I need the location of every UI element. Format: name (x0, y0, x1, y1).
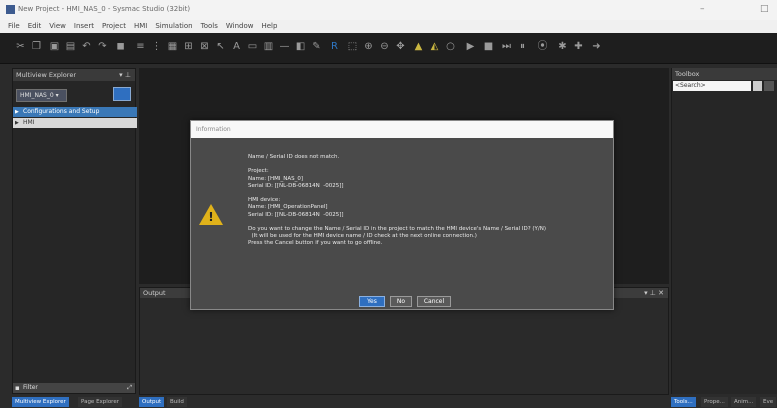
redo-icon[interactable]: ↷ (96, 40, 109, 53)
connect-icon[interactable]: ➜ (590, 40, 603, 53)
yes-button[interactable]: Yes (359, 296, 385, 307)
more-icon[interactable]: ✚ (572, 40, 585, 53)
table-icon[interactable]: ▥ (262, 40, 275, 53)
settings-icon[interactable]: ✱ (556, 40, 569, 53)
save-icon[interactable]: ◼ (114, 40, 127, 53)
expand-icon[interactable]: ▶ (15, 118, 19, 128)
maximize-button[interactable]: □ (760, 4, 769, 14)
tab-properties[interactable]: Prope... (701, 397, 728, 407)
tab-multiview-explorer[interactable]: Multiview Explorer (12, 397, 69, 407)
cut-icon[interactable]: ✂ (14, 40, 27, 53)
pane-header: Multiview Explorer ▾ ⊥ (13, 69, 135, 81)
paste-icon[interactable]: ▣ (48, 40, 61, 53)
menu-help[interactable]: Help (261, 22, 277, 30)
left-bottom-tabs: Multiview Explorer Page Explorer (12, 396, 136, 408)
menu-bar: File Edit View Insert Project HMI Simulation To… (0, 20, 777, 33)
tree-item-label: Configurations and Setup (23, 108, 100, 115)
multiview-explorer-pane: Multiview Explorer ▾ ⊥ HMI_NAS_0 ▾ ▶ Con… (12, 68, 137, 394)
output-title: Output (143, 289, 166, 297)
search-options-icon[interactable] (764, 81, 774, 91)
breakpoint-icon[interactable]: ⦿ (536, 40, 549, 53)
zoom-icon[interactable]: ⬚ (346, 40, 359, 53)
arrow-icon[interactable]: ↖ (214, 40, 227, 53)
device-icon[interactable] (113, 87, 131, 101)
group-icon[interactable]: ⊠ (198, 40, 211, 53)
expand-icon[interactable]: ▶ (15, 107, 19, 117)
no-button[interactable]: No (390, 296, 412, 307)
image-icon[interactable]: ▭ (246, 40, 259, 53)
layout-icon[interactable]: ▦ (166, 40, 179, 53)
right-bottom-tabs: Tools... Prope... Anim... Eve (671, 396, 777, 408)
filter-icon: ▪ (15, 384, 20, 392)
tree-item-label: HMI (23, 119, 35, 126)
tree-item-hmi[interactable]: ▶ HMI (13, 118, 137, 128)
undo-icon[interactable]: ↶ (80, 40, 93, 53)
zoom-out-icon[interactable]: ⊖ (378, 40, 391, 53)
cancel-button[interactable]: Cancel (417, 296, 451, 307)
minimize-button[interactable]: – (700, 4, 705, 14)
filter-bar[interactable]: ▪ Filter ⤢ (13, 383, 135, 393)
shape-icon[interactable]: ◧ (294, 40, 307, 53)
tab-toolbox[interactable]: Tools... (671, 397, 696, 407)
tab-animations[interactable]: Anim... (731, 397, 757, 407)
menu-file[interactable]: File (8, 22, 20, 30)
search-dropdown-icon[interactable] (753, 81, 762, 91)
menu-simulation[interactable]: Simulation (155, 22, 192, 30)
stop-icon[interactable]: ■ (482, 40, 495, 53)
pane-title: Multiview Explorer (16, 71, 76, 79)
tool-icon[interactable]: ✎ (310, 40, 323, 53)
information-dialog: Information ! Name / Serial ID does not … (190, 120, 614, 310)
distribute-icon[interactable]: ⊞ (182, 40, 195, 53)
grid-icon[interactable]: ⋮ (150, 40, 163, 53)
warning-icon[interactable]: ▲ (412, 40, 425, 53)
zoom-in-icon[interactable]: ⊕ (362, 40, 375, 53)
step-icon[interactable]: ⏭ (500, 40, 513, 53)
app-icon (6, 5, 15, 14)
menu-hmi[interactable]: HMI (134, 22, 147, 30)
menu-edit[interactable]: Edit (28, 22, 42, 30)
tree-item-configurations[interactable]: ▶ Configurations and Setup (13, 107, 137, 117)
align-icon[interactable]: ≡ (134, 40, 147, 53)
tab-page-explorer[interactable]: Page Explorer (78, 397, 122, 407)
delete-icon[interactable]: ▤ (64, 40, 77, 53)
toolbar: ✂ ❐ ▣ ▤ ↶ ↷ ◼ ≡ ⋮ ▦ ⊞ ⊠ ↖ A ▭ ▥ — ◧ ✎ R ⬚ ⊕ ⊖ ✥ ▲ ◭ ○ ▶ ■ ⏭ ⏸ ⦿ ✱ ✚ ➜ (0, 33, 777, 64)
window-title: New Project - HMI_NAS_0 - Sysmac Studio … (18, 5, 191, 13)
menu-view[interactable]: View (49, 22, 66, 30)
output-pin-icon[interactable]: ▾ ⊥ ✕ (644, 288, 664, 298)
select-icon[interactable]: R (328, 40, 341, 53)
tab-output[interactable]: Output (139, 397, 165, 407)
filter-options-icon[interactable]: ⤢ (127, 383, 132, 393)
menu-tools[interactable]: Tools (201, 22, 218, 30)
toolbox-title: Toolbox (675, 70, 700, 78)
tab-build[interactable]: Build (167, 397, 187, 407)
flag-icon[interactable]: ◭ (428, 40, 441, 53)
line-icon[interactable]: — (278, 40, 291, 53)
dialog-title: Information (191, 121, 613, 138)
menu-project[interactable]: Project (102, 22, 126, 30)
copy-icon[interactable]: ❐ (30, 40, 43, 53)
center-bottom-tabs: Output Build (139, 396, 219, 408)
menu-window[interactable]: Window (226, 22, 254, 30)
device-selector[interactable]: HMI_NAS_0 ▾ (16, 89, 67, 102)
pan-icon[interactable]: ✥ (394, 40, 407, 53)
toolbox-search-input[interactable]: <Search> (673, 81, 751, 91)
title-bar: New Project - HMI_NAS_0 - Sysmac Studio … (0, 0, 777, 20)
run-icon[interactable]: ▶ (464, 40, 477, 53)
warning-exclamation: ! (208, 210, 214, 224)
text-icon[interactable]: A (230, 40, 243, 53)
toolbox-header: Toolbox (672, 68, 777, 80)
pause-icon[interactable]: ⏸ (516, 40, 529, 53)
filter-label: Filter (23, 384, 38, 391)
circle-icon[interactable]: ○ (444, 40, 457, 53)
toolbox-pane: Toolbox <Search> (671, 68, 777, 394)
pane-pin-icon[interactable]: ▾ ⊥ (119, 69, 131, 81)
menu-insert[interactable]: Insert (74, 22, 94, 30)
dialog-message: Name / Serial ID does not match. Project… (248, 154, 547, 247)
tab-events[interactable]: Eve (760, 397, 777, 407)
